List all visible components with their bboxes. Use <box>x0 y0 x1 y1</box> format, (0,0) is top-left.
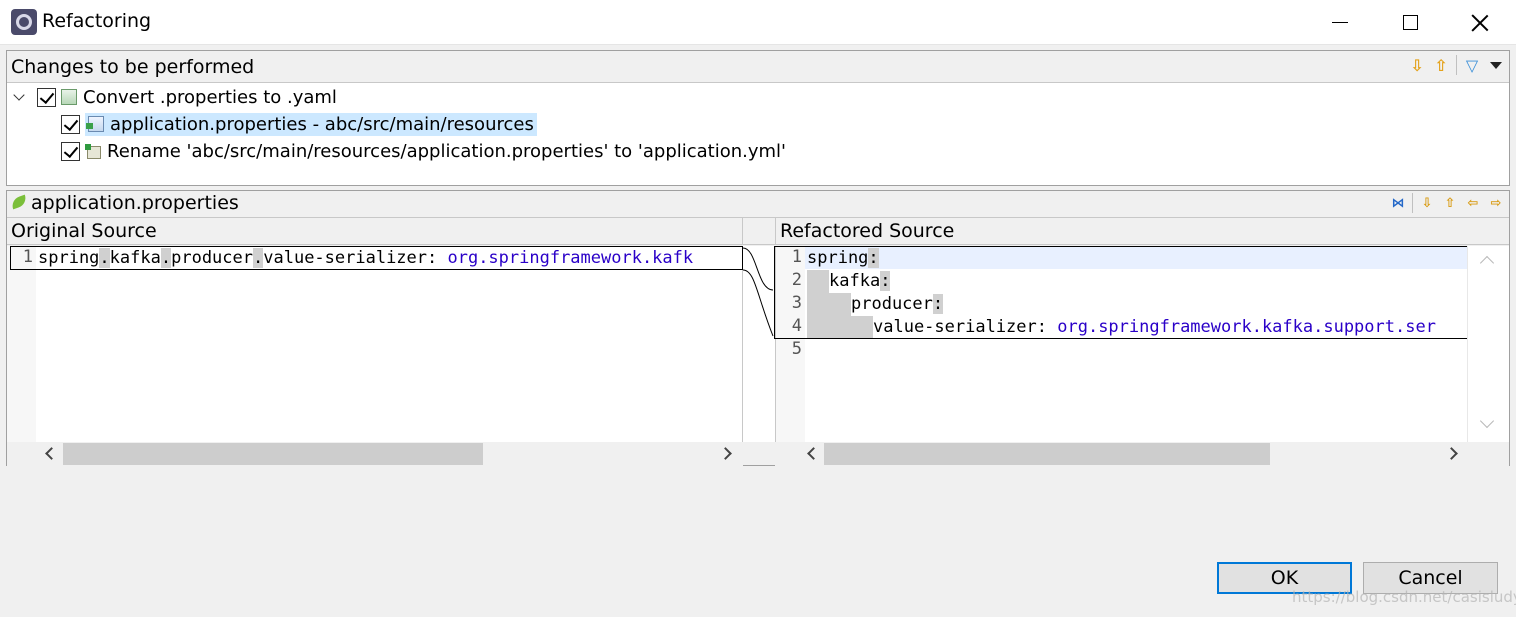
line-number: 5 <box>791 339 802 359</box>
changes-header-label: Changes to be performed <box>11 56 255 78</box>
view-menu-icon[interactable] <box>1487 54 1505 76</box>
toolbar-separator <box>1412 193 1413 213</box>
next-change-icon[interactable]: ⇩ <box>1408 54 1426 76</box>
minimize-icon <box>1332 22 1348 23</box>
tree-item-label: Convert .properties to .yaml <box>83 86 337 108</box>
tree-item-application-properties[interactable]: application.properties - abc/src/main/re… <box>61 111 537 137</box>
properties-file-change-icon <box>86 116 104 132</box>
tree-item-rename[interactable]: Rename 'abc/src/main/resources/applicati… <box>61 138 786 164</box>
line-number-gutter: 1 <box>7 246 36 442</box>
original-source-header: Original Source <box>7 217 743 245</box>
minimize-button[interactable] <box>1305 0 1375 45</box>
selected-item-highlight: application.properties - abc/src/main/re… <box>85 112 537 136</box>
compare-center-header <box>743 217 775 245</box>
left-horizontal-scrollbar[interactable] <box>7 442 743 466</box>
expand-chevron-icon[interactable] <box>13 90 27 104</box>
window-title: Refactoring <box>42 10 152 32</box>
diff-connector-curve <box>743 247 774 337</box>
scroll-right-icon[interactable] <box>1445 447 1458 460</box>
diff-range-highlight <box>774 246 1468 339</box>
copy-left-icon[interactable]: ⇦ <box>1464 194 1482 212</box>
refactored-source-editor[interactable]: 1 2 3 4 5 spring: kafka: producer: value… <box>774 246 1509 442</box>
filter-icon[interactable]: ▽ <box>1463 54 1481 76</box>
spring-leaf-icon <box>9 194 29 210</box>
scroll-thumb[interactable] <box>824 443 1270 465</box>
previous-change-icon[interactable]: ⇧ <box>1432 54 1450 76</box>
refactored-source-header: Refactored Source <box>775 217 1509 245</box>
original-source-editor[interactable]: 1 spring.kafka.producer.value-serializer… <box>7 246 743 442</box>
eclipse-app-icon <box>11 9 37 35</box>
right-horizontal-scrollbar[interactable] <box>775 442 1509 466</box>
title-bar: Refactoring <box>0 0 1516 45</box>
tree-item-label: application.properties - abc/src/main/re… <box>110 113 534 135</box>
vertical-scrollbar[interactable] <box>1467 246 1509 442</box>
watermark-text: https://blog.csdn.net/casisludy <box>1292 588 1516 606</box>
close-icon <box>1471 14 1489 32</box>
diff-connector-area <box>743 246 775 442</box>
next-difference-icon[interactable]: ⇩ <box>1418 194 1436 212</box>
scroll-up-icon[interactable] <box>1479 255 1495 271</box>
tree-item-convert[interactable]: Convert .properties to .yaml <box>13 84 337 110</box>
tree-item-label: Rename 'abc/src/main/resources/applicati… <box>107 140 787 162</box>
scroll-thumb[interactable] <box>63 443 483 465</box>
previous-difference-icon[interactable]: ⇧ <box>1441 194 1459 212</box>
scroll-left-icon[interactable] <box>807 447 820 460</box>
checkbox-rename[interactable] <box>61 141 80 161</box>
compare-toolbar: ⋈ ⇩ ⇧ ⇦ ⇨ <box>1389 193 1505 213</box>
compare-title: application.properties <box>31 192 239 214</box>
copy-right-icon[interactable]: ⇨ <box>1487 194 1505 212</box>
scroll-down-icon[interactable] <box>1479 413 1495 429</box>
checkbox-convert[interactable] <box>37 87 56 107</box>
diff-range-highlight <box>10 246 743 270</box>
changes-toolbar: ⇩ ⇧ ▽ <box>1408 54 1505 76</box>
scroll-right-icon[interactable] <box>719 447 732 460</box>
changes-header: Changes to be performed ⇩ ⇧ ▽ <box>7 51 1509 83</box>
ignore-whitespace-icon[interactable]: ⋈ <box>1389 194 1407 212</box>
toolbar-separator <box>1456 55 1457 75</box>
changes-panel: Changes to be performed ⇩ ⇧ ▽ Convert .p… <box>6 50 1510 186</box>
close-button[interactable] <box>1445 0 1515 45</box>
refactoring-change-icon <box>61 89 77 105</box>
maximize-icon <box>1402 15 1418 30</box>
compare-header: application.properties ⋈ ⇩ ⇧ ⇦ ⇨ <box>7 191 1509 216</box>
maximize-button[interactable] <box>1375 0 1445 45</box>
rename-file-icon <box>85 143 101 159</box>
scroll-left-icon[interactable] <box>45 447 58 460</box>
compare-panel: application.properties ⋈ ⇩ ⇧ ⇦ ⇨ Origina… <box>6 190 1510 466</box>
checkbox-application-properties[interactable] <box>61 114 80 134</box>
